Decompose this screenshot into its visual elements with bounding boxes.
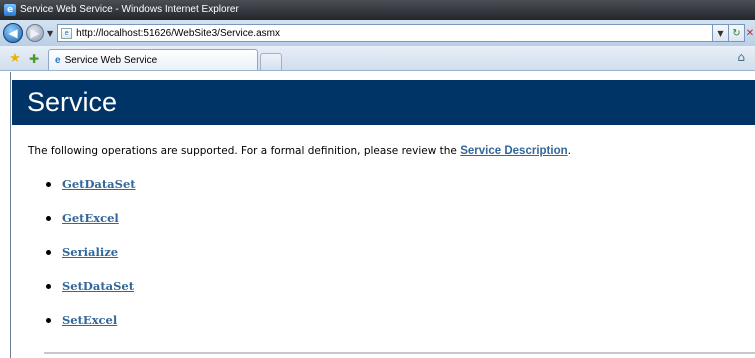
- add-favorite-icon[interactable]: ✚: [24, 48, 44, 70]
- back-arrow-icon[interactable]: ◀: [3, 23, 23, 43]
- list-item: SetDataSet: [46, 279, 136, 313]
- page-content: Service The following operations are sup…: [12, 72, 755, 358]
- operation-link-getexcel[interactable]: GetExcel: [62, 211, 119, 225]
- new-tab-button[interactable]: [260, 53, 282, 70]
- operation-link-setexcel[interactable]: SetExcel: [62, 313, 117, 327]
- bullet-icon: [46, 216, 51, 221]
- tab-page-icon: e: [55, 54, 61, 66]
- history-dropdown-icon[interactable]: ▼: [47, 29, 53, 38]
- tab-row: ★ ✚ e Service Web Service ⌂: [0, 46, 755, 71]
- window-title-bar: e Service Web Service - Windows Internet…: [0, 0, 755, 20]
- bullet-icon: [46, 250, 51, 255]
- operations-list: GetDataSet GetExcel Serialize SetDataSet…: [46, 177, 136, 347]
- stop-icon[interactable]: ✕: [745, 24, 755, 42]
- address-url: http://localhost:51626/WebSite3/Service.…: [76, 27, 280, 39]
- intro-text: The following operations are supported. …: [28, 145, 461, 157]
- operation-link-getdataset[interactable]: GetDataSet: [62, 177, 136, 191]
- list-item: SetExcel: [46, 313, 136, 347]
- heading-banner: Service: [12, 80, 755, 125]
- refresh-icon[interactable]: ↻: [729, 24, 745, 42]
- page-title: Service: [27, 87, 118, 117]
- bullet-icon: [46, 284, 51, 289]
- address-field[interactable]: e http://localhost:51626/WebSite3/Servic…: [57, 24, 713, 42]
- address-dropdown-icon[interactable]: ▼: [713, 24, 729, 42]
- tab-service-web-service[interactable]: e Service Web Service: [48, 49, 258, 70]
- window-title: Service Web Service - Windows Internet E…: [20, 4, 239, 15]
- horizontal-divider: [44, 352, 755, 354]
- bullet-icon: [46, 182, 51, 187]
- operation-link-setdataset[interactable]: SetDataSet: [62, 279, 134, 293]
- list-item: GetDataSet: [46, 177, 136, 211]
- operation-link-serialize[interactable]: Serialize: [62, 245, 118, 259]
- intro-end: .: [567, 145, 571, 157]
- list-item: Serialize: [46, 245, 136, 279]
- star-icon[interactable]: ★: [6, 48, 24, 70]
- bullet-icon: [46, 318, 51, 323]
- window-left-edge: [10, 72, 11, 358]
- home-icon[interactable]: ⌂: [737, 50, 745, 64]
- forward-arrow-icon[interactable]: ▶: [26, 24, 44, 42]
- navigation-bar: ◀ ▶ ▼ e http://localhost:51626/WebSite3/…: [0, 20, 755, 46]
- service-description-link[interactable]: Service Description: [460, 145, 567, 157]
- intro-paragraph: The following operations are supported. …: [28, 145, 748, 157]
- list-item: GetExcel: [46, 211, 136, 245]
- ie-logo-icon: e: [4, 4, 16, 16]
- page-icon: e: [61, 27, 73, 39]
- tab-label: Service Web Service: [64, 54, 158, 66]
